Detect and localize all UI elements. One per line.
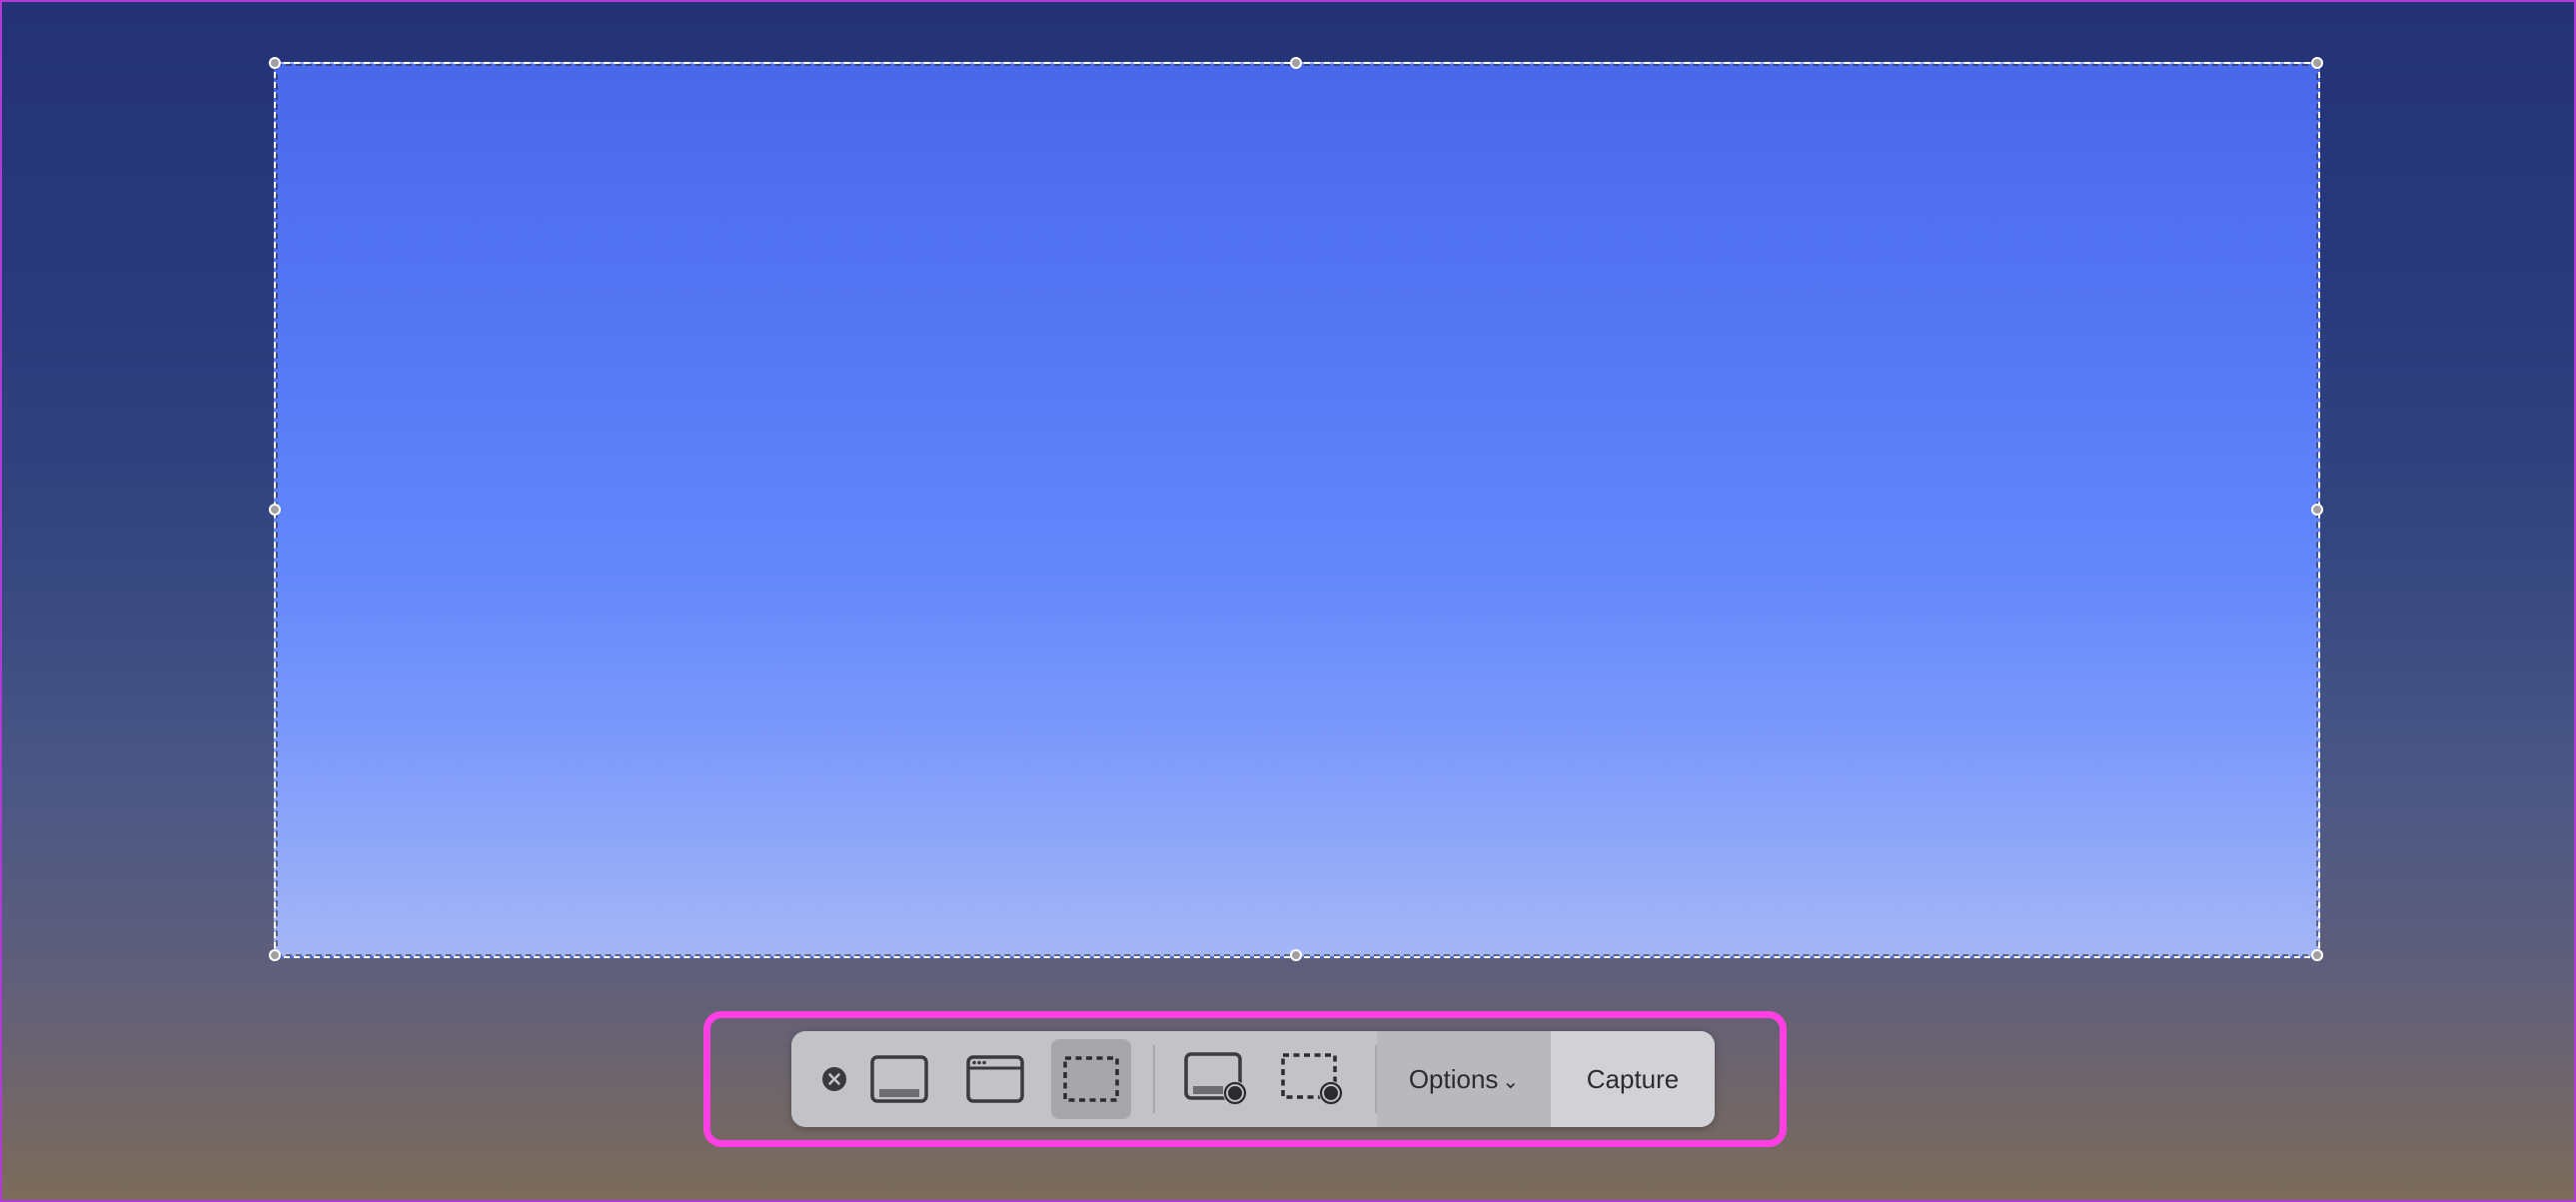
resize-handle-bottom[interactable] (1290, 949, 1302, 961)
record-entire-screen-button[interactable] (1169, 1031, 1265, 1127)
resize-handle-bottom-right[interactable] (2311, 949, 2323, 961)
close-circle-icon (822, 1067, 846, 1091)
capture-entire-screen-button[interactable] (851, 1031, 947, 1127)
screen-record-icon (1184, 1052, 1247, 1105)
selection-record-icon (1281, 1053, 1343, 1105)
dashed-selection-icon (1063, 1056, 1119, 1102)
close-button[interactable] (791, 1031, 851, 1127)
resize-handle-bottom-left[interactable] (269, 949, 281, 961)
desktop-background: Options ⌄ Capture (0, 0, 2576, 1202)
record-selected-portion-button[interactable] (1265, 1031, 1361, 1127)
resize-handle-top-left[interactable] (269, 57, 281, 69)
window-icon (966, 1055, 1024, 1103)
screen-icon (870, 1055, 928, 1103)
chevron-down-icon: ⌄ (1502, 1070, 1520, 1093)
capture-selected-window-button[interactable] (947, 1031, 1043, 1127)
options-label: Options (1408, 1063, 1499, 1094)
capture-selection-area[interactable] (269, 57, 2323, 961)
toolbar-divider (1153, 1045, 1155, 1113)
capture-button[interactable]: Capture (1551, 1031, 1715, 1127)
resize-handle-right[interactable] (2311, 503, 2323, 516)
capture-label: Capture (1586, 1063, 1680, 1094)
options-menu-button[interactable]: Options ⌄ (1377, 1031, 1551, 1127)
resize-handle-top[interactable] (1290, 57, 1302, 69)
resize-handle-top-right[interactable] (2311, 57, 2323, 69)
capture-selected-portion-button[interactable] (1043, 1031, 1139, 1127)
screenshot-toolbar: Options ⌄ Capture (791, 1031, 1715, 1127)
resize-handle-left[interactable] (269, 503, 281, 516)
